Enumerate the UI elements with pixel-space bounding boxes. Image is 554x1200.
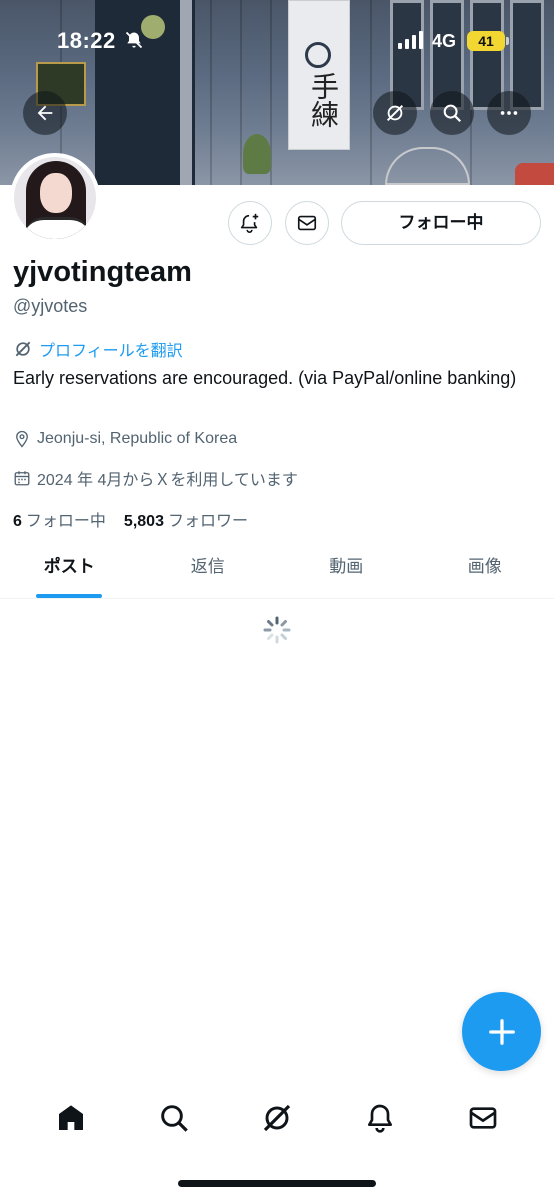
grok-icon [15,341,31,357]
bottom-nav [0,1080,554,1155]
follow-stats: 6 フォロー中 5,803 フォロワー [13,507,248,531]
grok-icon [263,1104,291,1131]
battery-indicator: 41 [467,31,505,51]
chair [385,147,470,185]
potted-plant [243,134,271,174]
hanging-plant [141,15,165,39]
grok-icon [386,104,404,122]
user-handle: @yjvotes [13,296,88,316]
messages-icon [469,1106,496,1129]
tab-videos[interactable]: 動画 [277,542,416,598]
envelope-icon [297,215,317,231]
back-arrow-icon [37,105,53,121]
search-button[interactable] [430,91,474,135]
location-pin-icon [16,430,28,448]
following-button[interactable]: フォロー中 [341,201,541,245]
network-type: 4G [432,31,457,51]
tab-images[interactable]: 画像 [416,542,554,598]
search-icon [161,1104,188,1132]
message-button[interactable] [285,201,329,245]
following-count: 6 [13,513,22,530]
translate-profile-link[interactable]: プロフィールを翻訳 [13,337,183,361]
followers-label: フォロワー [167,513,248,530]
loading-spinner-icon [263,616,291,644]
nav-messages[interactable] [463,1098,503,1138]
back-button[interactable] [23,91,67,135]
bell-plus-icon [240,213,259,233]
avatar[interactable] [10,153,100,243]
nav-notifications[interactable] [360,1098,400,1138]
home-icon [59,1104,84,1130]
notify-button[interactable] [228,201,272,245]
plus-icon [488,1018,515,1045]
followers-stat[interactable]: 5,803 フォロワー [124,507,248,531]
notifications-icon [367,1104,392,1133]
profile-tabs: ポスト 返信 動画 画像 [0,542,554,599]
followers-count: 5,803 [123,513,164,530]
translate-label: プロフィールを翻訳 [39,343,183,360]
following-label: フォロー中 [25,513,106,530]
display-name: yjvotingteam [13,256,192,288]
nav-search[interactable] [154,1098,194,1138]
home-indicator[interactable] [178,1180,376,1187]
more-button[interactable] [487,91,531,135]
location-row: Jeonju-si, Republic of Korea [13,430,237,448]
tab-replies[interactable]: 返信 [139,542,278,598]
battery-tip [506,37,509,45]
following-stat[interactable]: 6 フォロー中 [13,507,106,531]
more-icon [500,111,518,115]
joined-row: 2024 年 4月からＸを利用しています [13,466,298,490]
cellular-signal-icon [398,31,423,49]
calendar-icon [14,471,30,486]
profile-bio: Early reservations are encouraged. (via … [13,368,517,388]
tab-posts[interactable]: ポスト [0,542,139,598]
joined-text: 2024 年 4月からＸを利用しています [37,472,298,489]
shop-sign-text: 手練 [307,72,340,128]
location-text: Jeonju-si, Republic of Korea [37,430,238,447]
nav-grok[interactable] [257,1098,297,1138]
compose-button[interactable] [462,992,541,1071]
bell-muted-icon [125,31,143,49]
red-vehicle [515,163,554,185]
grok-button[interactable] [373,91,417,135]
status-time: 18:22 [57,28,116,53]
search-icon [443,104,462,123]
nav-home[interactable] [51,1098,91,1138]
